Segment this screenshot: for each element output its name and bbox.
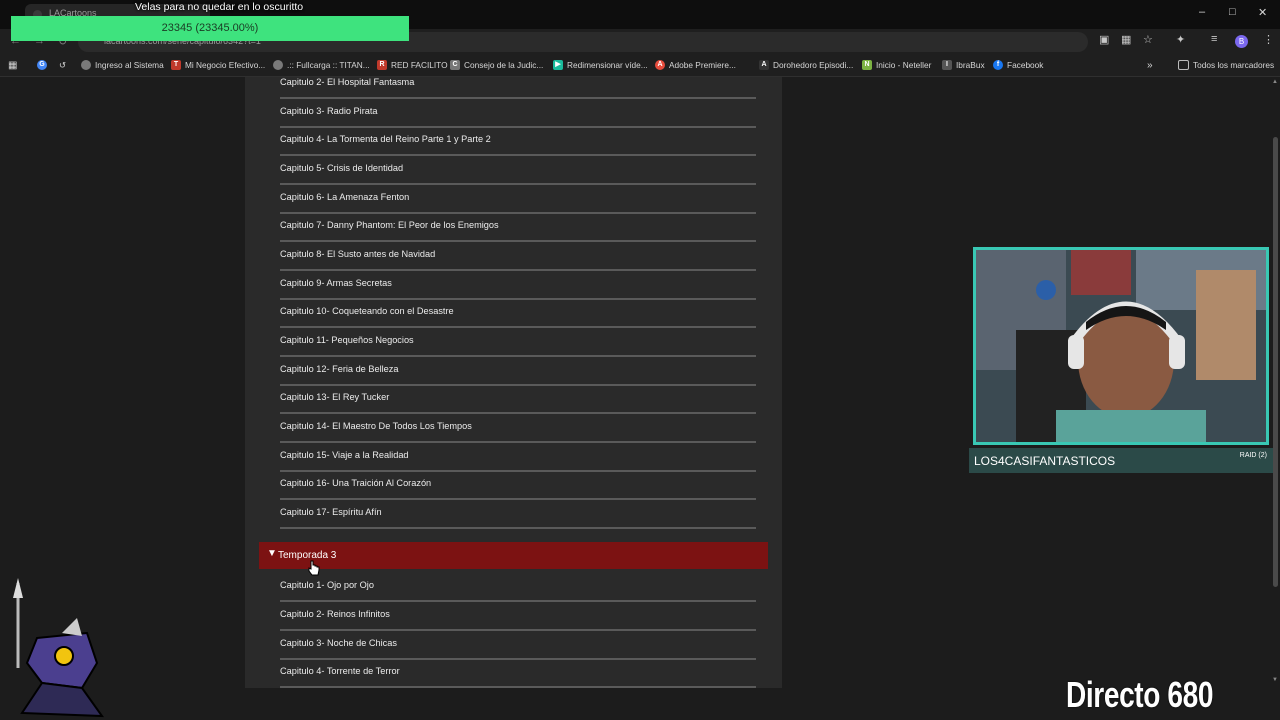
tf-icon: T bbox=[171, 60, 181, 70]
episode-item[interactable]: Capitulo 2- Reinos Infinitos bbox=[280, 601, 756, 631]
close-icon[interactable]: ✕ bbox=[1258, 6, 1267, 19]
bookmark-item[interactable]: R RED FACILITO bbox=[377, 60, 448, 70]
bookmark-item[interactable]: T Mi Negocio Efectivo... bbox=[171, 60, 265, 70]
play-icon: ▶ bbox=[553, 60, 563, 70]
more-bookmarks-icon[interactable]: » bbox=[1147, 60, 1153, 71]
extensions-icon[interactable]: ✦ bbox=[1176, 33, 1185, 46]
neteller-icon: N bbox=[862, 60, 872, 70]
episode-item[interactable]: Capitulo 16- Una Traición Al Corazón bbox=[280, 470, 756, 500]
bookmarks-bar: ▦ G ↺ Ingreso al Sistema T Mi Negocio Efe… bbox=[0, 56, 1280, 77]
history-icon[interactable]: ↺ bbox=[59, 60, 66, 70]
media-icon[interactable]: ≡ bbox=[1211, 33, 1217, 45]
episode-item[interactable]: Capitulo 6- La Amenaza Fenton bbox=[280, 184, 756, 214]
webcam-label: LOS4CASIFANTASTICOS RAID (2) bbox=[969, 448, 1273, 473]
episode-item[interactable]: Capitulo 3- Noche de Chicas bbox=[280, 630, 756, 660]
bookmark-star-icon[interactable]: ☆ bbox=[1143, 33, 1153, 46]
menu-kebab-icon[interactable]: ⋮ bbox=[1263, 33, 1274, 46]
episode-item[interactable]: Capitulo 14- El Maestro De Todos Los Tie… bbox=[280, 413, 756, 443]
cj-icon: C bbox=[450, 60, 460, 70]
episode-item[interactable]: Capitulo 17- Espíritu Afín bbox=[280, 499, 756, 529]
bookmark-item[interactable]: N Inicio - Neteller bbox=[862, 60, 931, 70]
scrollbar[interactable]: ▲ ▼ bbox=[1271, 77, 1280, 688]
episode-item[interactable]: Capitulo 3- Radio Pirata bbox=[280, 98, 756, 128]
episode-item[interactable]: Capitulo 5- Crisis de Identidad bbox=[280, 155, 756, 185]
bookmark-item[interactable]: A Dorohedoro Episodi... bbox=[759, 60, 853, 70]
episode-item[interactable]: Capitulo 9- Armas Secretas bbox=[280, 270, 756, 300]
alert-title: Velas para no quedar en lo oscuritto bbox=[135, 1, 304, 13]
globe-icon bbox=[273, 60, 283, 70]
bookmark-item[interactable]: C Consejo de la Judic... bbox=[450, 60, 543, 70]
scroll-up-icon[interactable]: ▲ bbox=[1272, 79, 1278, 85]
season-3-header[interactable]: ▼ Temporada 3 bbox=[259, 542, 768, 569]
apps-grid-icon[interactable]: ▦ bbox=[8, 60, 17, 71]
episode-item[interactable]: Capitulo 1- Ojo por Ojo bbox=[280, 572, 756, 602]
stream-label: Directo 680 bbox=[1066, 674, 1214, 715]
adobe-icon: A bbox=[655, 60, 665, 70]
cast-icon[interactable]: ▣ bbox=[1099, 33, 1109, 46]
maximize-icon[interactable]: □ bbox=[1229, 6, 1236, 18]
episode-item[interactable]: Capitulo 4- La Tormenta del Reino Parte … bbox=[280, 126, 756, 156]
scrollbar-thumb[interactable] bbox=[1273, 137, 1278, 587]
image-blocked-icon[interactable]: ▦ bbox=[1121, 33, 1131, 46]
episode-item[interactable]: Capitulo 15- Viaje a la Realidad bbox=[280, 442, 756, 472]
episode-item[interactable]: Capitulo 4- Torrente de Terror bbox=[280, 658, 756, 688]
bookmark-item[interactable]: A Adobe Premiere... bbox=[655, 60, 736, 70]
minimize-icon[interactable]: – bbox=[1199, 6, 1205, 18]
episode-item[interactable]: Capitulo 12- Feria de Belleza bbox=[280, 356, 756, 386]
bookmark-item[interactable]: I IbraBux bbox=[942, 60, 985, 70]
folder-icon bbox=[1178, 60, 1189, 70]
bookmark-item[interactable]: Ingreso al Sistema bbox=[81, 60, 164, 70]
webcam-frame bbox=[973, 247, 1269, 445]
episode-item[interactable]: Capitulo 13- El Rey Tucker bbox=[280, 384, 756, 414]
mascot-image bbox=[13, 578, 104, 718]
alert-progress-bar: 23345 (23345.00%) bbox=[11, 16, 409, 41]
globe-icon bbox=[81, 60, 91, 70]
google-icon[interactable]: G bbox=[37, 60, 51, 70]
ibrabux-icon: I bbox=[942, 60, 952, 70]
scroll-down-icon[interactable]: ▼ bbox=[1272, 677, 1278, 683]
alert-progress-text: 23345 (23345.00%) bbox=[161, 22, 259, 34]
bookmark-item[interactable]: ▶ Redimensionar víde... bbox=[553, 60, 648, 70]
chevron-down-icon: ▼ bbox=[267, 548, 277, 559]
ac-icon: A bbox=[759, 60, 769, 70]
facebook-icon: f bbox=[993, 60, 1003, 70]
episode-list-panel: Capitulo 2- El Hospital Fantasma Capitul… bbox=[245, 77, 782, 688]
episode-item[interactable]: Capitulo 8- El Susto antes de Navidad bbox=[280, 241, 756, 271]
bookmark-item[interactable]: f Facebook bbox=[993, 60, 1043, 70]
episode-item[interactable]: Capitulo 11- Pequeños Negocios bbox=[280, 327, 756, 357]
rf-icon: R bbox=[377, 60, 387, 70]
episode-item[interactable]: Capitulo 10- Coqueteando con el Desastre bbox=[280, 298, 756, 328]
bookmark-item[interactable]: .:: Fullcarga :: TITAN... bbox=[273, 60, 370, 70]
hand-cursor-icon bbox=[308, 560, 320, 576]
episode-item[interactable]: Capitulo 2- El Hospital Fantasma bbox=[280, 77, 756, 99]
raid-badge: RAID (2) bbox=[1239, 452, 1267, 459]
all-bookmarks[interactable]: Todos los marcadores bbox=[1178, 60, 1274, 70]
streamer-name: LOS4CASIFANTASTICOS bbox=[974, 454, 1116, 468]
episode-item[interactable]: Capitulo 7- Danny Phantom: El Peor de lo… bbox=[280, 212, 756, 242]
profile-avatar-icon[interactable]: B bbox=[1235, 35, 1248, 48]
webcam-image bbox=[976, 250, 1266, 442]
